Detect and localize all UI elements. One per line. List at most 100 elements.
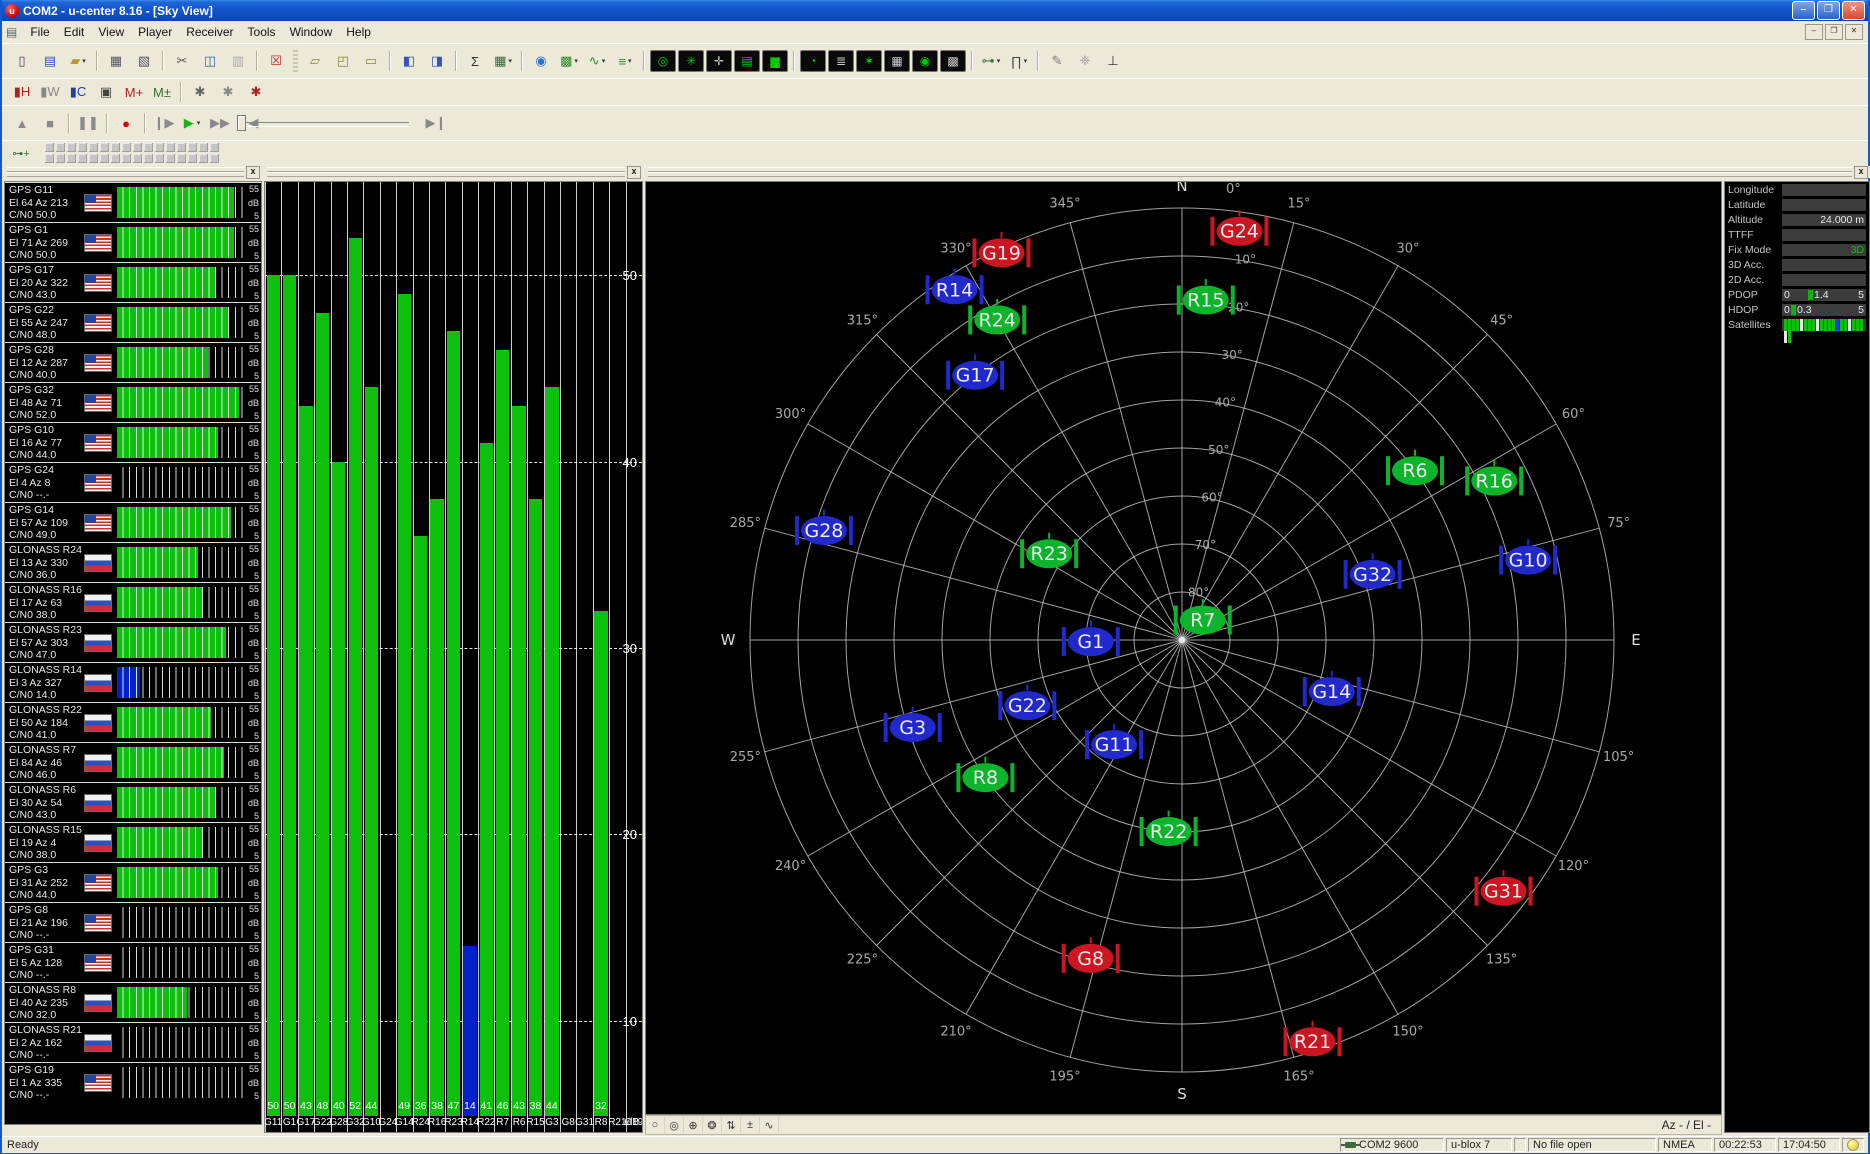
satellite-row-G10[interactable]: GPS G10 El 16 Az 77 C/N0 44.055dB5 (5, 422, 261, 462)
sky-satellite-R15[interactable]: R15 (1177, 279, 1235, 315)
google-earth-button[interactable]: ◉ (528, 49, 554, 73)
statistic-view-button[interactable]: Σ (462, 49, 488, 73)
new-database-file-button[interactable]: ◰ (330, 49, 356, 73)
sky-satellite-G17[interactable]: G17 (946, 354, 1004, 390)
chart-pane-grip[interactable]: x (264, 166, 643, 178)
camera-view-button[interactable]: ◔ (800, 50, 826, 72)
autobauding-button[interactable]: ✎ (1044, 49, 1070, 73)
satellite-row-R23[interactable]: GLONASS R23 El 57 Az 303 C/N0 47.055dB5 (5, 622, 261, 662)
paste-button[interactable]: ▥ (225, 49, 251, 73)
menu-help[interactable]: Help (339, 23, 378, 41)
sky-satellite-G31[interactable]: G31 (1475, 870, 1533, 906)
satellite-row-G11[interactable]: GPS G11 El 64 Az 213 C/N0 50.055dB5 (5, 182, 261, 222)
docking-chart-button[interactable]: ▆ (762, 50, 788, 72)
sky-view-button[interactable]: ✳ (678, 50, 704, 72)
firmware-tool-button[interactable]: ❈ (1072, 49, 1098, 73)
binary-console-button[interactable]: ▦ (884, 50, 910, 72)
record-button[interactable]: ● (113, 111, 139, 135)
receiver-config-button[interactable]: ✱ (243, 80, 269, 104)
chart-view-dropdown-icon[interactable]: ▾ (602, 57, 606, 65)
world-overlay-button[interactable]: ⊕ (684, 1117, 703, 1133)
histogram-view-dropdown-icon[interactable]: ▾ (628, 57, 632, 65)
satellite-row-R21[interactable]: GLONASS R21 El 2 Az 162 C/N0 --.-55dB5 (5, 1022, 261, 1062)
slider-handle[interactable] (237, 115, 246, 131)
discard-file-button[interactable]: ☒ (263, 49, 289, 73)
new-text-file-button[interactable]: ▭ (358, 49, 384, 73)
projection-toggle-button[interactable]: ○ (646, 1117, 665, 1133)
menu-tools[interactable]: Tools (241, 23, 283, 41)
skyview-pane-grip[interactable]: x (645, 166, 1870, 178)
baudrate-dropdown-icon[interactable]: ▾ (1024, 57, 1028, 65)
toolbar-grip[interactable] (293, 50, 298, 72)
print-preview-button[interactable]: ▧ (131, 49, 157, 73)
reset-receiver-button[interactable]: ▣ (93, 80, 119, 104)
sky-satellite-R16[interactable]: R16 (1465, 460, 1523, 496)
satellite-row-G1[interactable]: GPS G1 El 71 Az 269 C/N0 50.055dB5 (5, 222, 261, 262)
satellite-row-G22[interactable]: GPS G22 El 55 Az 247 C/N0 48.055dB5 (5, 302, 261, 342)
text-console-button[interactable]: ≣ (828, 50, 854, 72)
signal-overlay-button[interactable]: ∿ (760, 1117, 779, 1133)
sort-toggle-button[interactable]: ⇅ (722, 1117, 741, 1133)
sky-satellite-G14[interactable]: G14 (1303, 671, 1361, 707)
chart-close-icon[interactable]: x (627, 166, 641, 179)
satellite-row-G28[interactable]: GPS G28 El 12 Az 287 C/N0 40.055dB5 (5, 342, 261, 382)
connect-port-button[interactable]: ⊶▾ (978, 49, 1004, 73)
satellite-row-R8[interactable]: GLONASS R8 El 40 Az 235 C/N0 32.055dB5 (5, 982, 261, 1022)
minimize-button[interactable]: – (1792, 1, 1815, 20)
poll-messages-button[interactable]: M± (149, 80, 175, 104)
histogram-view-button[interactable]: ≡▾ (612, 49, 638, 73)
offset-toggle-button[interactable]: ± (741, 1117, 760, 1133)
sky-satellite-G1[interactable]: G1 (1062, 621, 1120, 657)
print-button[interactable]: ▦ (103, 49, 129, 73)
sky-satellite-G8[interactable]: G8 (1062, 937, 1120, 973)
satellite-dots-button[interactable]: ❂ (703, 1117, 722, 1133)
satlist-pane-grip[interactable]: x (4, 166, 262, 178)
menu-player[interactable]: Player (131, 23, 179, 41)
new-file-button[interactable]: ▯ (9, 49, 35, 73)
map-view-dropdown-icon[interactable]: ▾ (574, 57, 578, 65)
skip-to-end-button[interactable]: ▶❙ (423, 111, 449, 135)
sky-satellite-R22[interactable]: R22 (1140, 811, 1198, 847)
table-view-button[interactable]: ▦▾ (490, 49, 516, 73)
mdi-restore-button[interactable]: ❐ (1825, 24, 1843, 40)
open-file-button[interactable]: ▰▾ (65, 49, 91, 73)
satellite-row-R24[interactable]: GLONASS R24 El 13 Az 330 C/N0 36.055dB5 (5, 542, 261, 582)
menu-edit[interactable]: Edit (57, 23, 92, 41)
fast-forward-button[interactable]: ▶▶ (207, 111, 233, 135)
messages-view-button[interactable]: ▩ (940, 50, 966, 72)
clock-view-button[interactable]: ◉ (912, 50, 938, 72)
mdi-minimize-button[interactable]: – (1805, 24, 1823, 40)
menu-receiver[interactable]: Receiver (179, 23, 240, 41)
docking-table-button[interactable]: ▤ (734, 50, 760, 72)
satellite-row-G32[interactable]: GPS G32 El 48 Az 71 C/N0 52.055dB5 (5, 382, 261, 422)
split-view-vertical-button[interactable]: ◨ (424, 49, 450, 73)
playback-slider[interactable] (239, 122, 409, 127)
sky-satellite-G10[interactable]: G10 (1499, 539, 1557, 575)
skyview-close-icon[interactable]: x (1854, 166, 1868, 179)
satellite-row-G24[interactable]: GPS G24 El 4 Az 8 C/N0 --.-55dB5 (5, 462, 261, 502)
sky-satellite-G22[interactable]: G22 (998, 685, 1056, 721)
table-view-dropdown-icon[interactable]: ▾ (508, 57, 512, 65)
copy-button[interactable]: ◫ (197, 49, 223, 73)
eject-button[interactable]: ▲ (9, 111, 35, 135)
antenna-tool-button[interactable]: ⊥ (1100, 49, 1126, 73)
packet-console-button[interactable]: ✶ (856, 50, 882, 72)
satellite-row-G19[interactable]: GPS G19 El 1 Az 335 C/N0 --.-55dB5 (5, 1062, 261, 1102)
mdi-close-button[interactable]: ✕ (1845, 24, 1863, 40)
connect-port-dropdown-icon[interactable]: ▾ (997, 57, 1001, 65)
satellite-row-G8[interactable]: GPS G8 El 21 Az 196 C/N0 --.-55dB5 (5, 902, 261, 942)
projection-toggle-2-button[interactable]: ◎ (665, 1117, 684, 1133)
satellite-row-R15[interactable]: GLONASS R15 El 19 Az 4 C/N0 38.055dB5 (5, 822, 261, 862)
baudrate-button[interactable]: ∏▾ (1006, 49, 1032, 73)
satellite-row-R14[interactable]: GLONASS R14 El 3 Az 327 C/N0 14.055dB5 (5, 662, 261, 702)
hotstart-button[interactable]: ▮H (9, 80, 35, 104)
step-forward-button[interactable]: ❙▶ (151, 111, 177, 135)
stop-button[interactable]: ■ (37, 111, 63, 135)
open-file-dropdown-icon[interactable]: ▾ (82, 57, 86, 65)
menu-file[interactable]: File (23, 23, 56, 41)
sky-satellite-G3[interactable]: G3 (884, 707, 942, 743)
chart-view-button[interactable]: ∿▾ (584, 49, 610, 73)
sky-satellite-R23[interactable]: R23 (1020, 533, 1078, 569)
warmstart-button[interactable]: ▮W (37, 80, 63, 104)
sky-satellite-G11[interactable]: G11 (1085, 724, 1143, 760)
